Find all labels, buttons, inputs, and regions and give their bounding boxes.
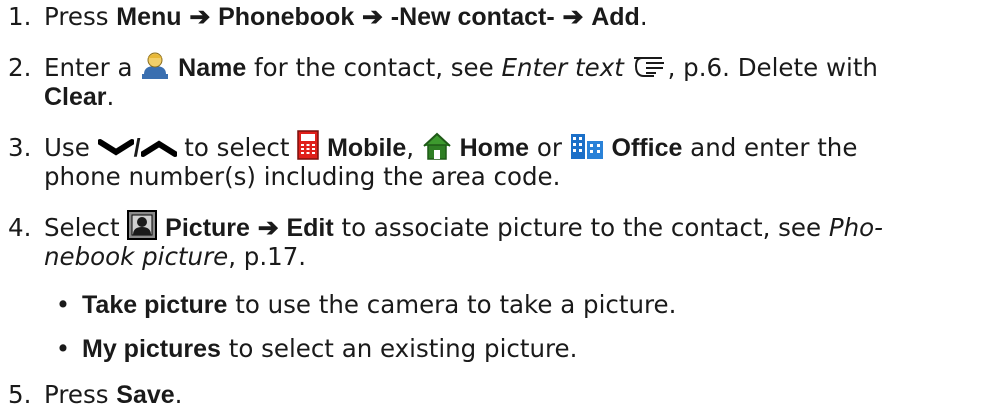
step-3: 3. Use / to select Mobile, Home or Office…	[0, 130, 857, 163]
contact-person-icon	[142, 52, 169, 79]
arrow-icon: ➔	[189, 3, 211, 31]
home-icon	[423, 132, 451, 160]
phonebook-label: Phonebook	[218, 3, 355, 31]
nav-up-icon	[140, 140, 177, 157]
step-number: 3.	[8, 133, 32, 162]
add-label: Add	[591, 3, 640, 31]
step-3-cont: phone number(s) including the area code.	[44, 162, 561, 191]
step-2-cont: Clear.	[44, 82, 115, 111]
bullet: •	[55, 334, 71, 363]
bullet-item-take-picture: • Take picture to use the camera to take …	[0, 290, 677, 320]
arrow-icon: ➔	[562, 3, 584, 31]
step-number: 2.	[8, 53, 32, 82]
step-4: 4. Select Picture ➔ Edit to associate pic…	[0, 210, 883, 243]
enter-text-reference: Enter text	[501, 53, 624, 82]
step-1: 1. Press Menu ➔ Phonebook ➔ -New contact-…	[0, 2, 648, 32]
office-building-icon	[570, 134, 603, 159]
bullet: •	[55, 290, 71, 319]
arrow-icon: ➔	[362, 3, 383, 31]
new-contact-label: -New contact-	[390, 3, 555, 31]
phonebook-picture-reference: Pho-	[828, 213, 883, 242]
home-label: Home	[459, 134, 530, 162]
my-pictures-label: My pictures	[82, 335, 221, 363]
picture-frame-icon	[127, 210, 158, 240]
step-4-cont: nebook picture, p.17.	[44, 242, 307, 271]
save-label: Save	[116, 381, 175, 409]
step-number: 1.	[8, 2, 32, 31]
nav-down-icon	[97, 139, 134, 156]
step-2: 2. Enter a Name for the contact, see Ente…	[0, 50, 878, 83]
mobile-label: Mobile	[327, 134, 407, 162]
step-number: 5.	[8, 380, 32, 409]
phonebook-picture-reference-cont: nebook picture	[44, 242, 229, 271]
clear-label: Clear	[44, 83, 107, 111]
menu-label: Menu	[116, 3, 182, 31]
take-picture-label: Take picture	[82, 291, 228, 319]
step-5: 5. Press Save.	[0, 380, 182, 410]
arrow-icon: ➔	[257, 214, 279, 242]
mobile-phone-icon	[297, 130, 320, 160]
step-number: 4.	[8, 213, 32, 242]
picture-label: Picture	[165, 214, 250, 242]
hand-pointer-icon	[633, 57, 664, 77]
office-label: Office	[611, 134, 683, 162]
bullet-item-my-pictures: • My pictures to select an existing pictu…	[0, 334, 578, 364]
name-label: Name	[178, 54, 247, 82]
edit-label: Edit	[286, 214, 334, 242]
